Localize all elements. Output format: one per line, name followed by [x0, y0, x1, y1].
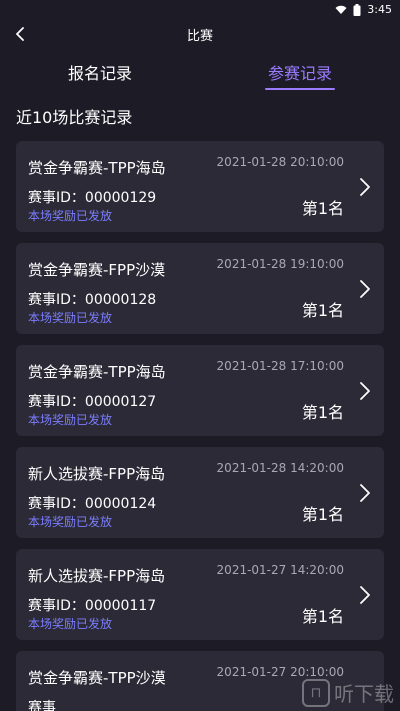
status-time: 3:45 [367, 3, 392, 16]
status-bar: 3:45 [0, 0, 400, 20]
record-id: 赛事 [28, 700, 56, 711]
record-card[interactable]: 新人选拔赛-FPP海岛 2021-01-28 14:20:00 赛事ID：000… [16, 447, 384, 538]
tab-match-records-label: 参赛记录 [267, 64, 332, 83]
record-id: 赛事ID：00000128 [28, 292, 157, 308]
chevron-right-icon [360, 280, 370, 298]
nav-bar: 比赛 [0, 20, 400, 48]
record-time: 2021-01-28 14:20:00 [216, 461, 344, 475]
record-status: 本场奖励已发放 [28, 515, 113, 529]
record-name: 赏金争霸赛-TPP海岛 [28, 363, 166, 381]
chevron-right-icon [360, 178, 370, 196]
record-card[interactable]: 赏金争霸赛-TPP海岛 2021-01-28 17:10:00 赛事ID：000… [16, 345, 384, 436]
chevron-right-icon [360, 382, 370, 400]
record-time: 2021-01-27 20:10:00 [216, 665, 344, 679]
wifi-icon [335, 5, 347, 14]
record-id: 赛事ID：00000124 [28, 496, 157, 512]
record-card[interactable]: 赏金争霸赛-TPP海岛 2021-01-28 20:10:00 赛事ID：000… [16, 141, 384, 232]
back-button[interactable] [10, 24, 30, 44]
chevron-right-icon [360, 586, 370, 604]
record-time: 2021-01-28 20:10:00 [216, 155, 344, 169]
page-title: 比赛 [186, 28, 213, 44]
tab-signup-records[interactable]: 报名记录 [0, 48, 200, 96]
record-list: 赏金争霸赛-TPP海岛 2021-01-28 20:10:00 赛事ID：000… [0, 141, 400, 711]
record-time: 2021-01-27 14:20:00 [216, 563, 344, 577]
record-time: 2021-01-28 17:10:00 [216, 359, 344, 373]
record-id: 赛事ID：00000129 [28, 190, 157, 206]
watermark-logo-icon: ⊓ [302, 678, 330, 707]
record-id: 赛事ID：00000117 [28, 598, 157, 614]
record-status: 本场奖励已发放 [28, 413, 113, 427]
record-rank: 第1名 [301, 301, 344, 320]
record-name: 新人选拔赛-FPP海岛 [28, 567, 166, 585]
chevron-left-icon [16, 27, 24, 41]
tab-signup-records-label: 报名记录 [67, 64, 132, 83]
active-tab-indicator [265, 88, 335, 90]
record-status: 本场奖励已发放 [28, 617, 113, 631]
record-rank: 第1名 [301, 199, 344, 218]
watermark-text: 听下载 [334, 682, 394, 706]
record-name: 赏金争霸赛-TPP沙漠 [28, 669, 166, 687]
record-time: 2021-01-28 19:10:00 [216, 257, 344, 271]
tab-match-records[interactable]: 参赛记录 [200, 48, 400, 96]
record-rank: 第1名 [301, 607, 344, 626]
record-name: 新人选拔赛-FPP海岛 [28, 465, 166, 483]
record-name: 赏金争霸赛-FPP沙漠 [28, 261, 166, 279]
record-card[interactable]: 新人选拔赛-FPP海岛 2021-01-27 14:20:00 赛事ID：000… [16, 549, 384, 640]
watermark: ⊓ 听下载 [302, 678, 394, 707]
tab-bar: 报名记录 参赛记录 [0, 48, 400, 96]
record-id: 赛事ID：00000127 [28, 394, 157, 410]
status-icons: 3:45 [335, 3, 392, 16]
record-rank: 第1名 [301, 505, 344, 524]
section-title: 近10场比赛记录 [16, 108, 133, 127]
record-card[interactable]: 赏金争霸赛-FPP沙漠 2021-01-28 19:10:00 赛事ID：000… [16, 243, 384, 334]
record-status: 本场奖励已发放 [28, 311, 113, 325]
battery-icon [353, 3, 361, 16]
record-name: 赏金争霸赛-TPP海岛 [28, 159, 166, 177]
chevron-right-icon [360, 484, 370, 502]
record-status: 本场奖励已发放 [28, 209, 113, 223]
record-rank: 第1名 [301, 403, 344, 422]
